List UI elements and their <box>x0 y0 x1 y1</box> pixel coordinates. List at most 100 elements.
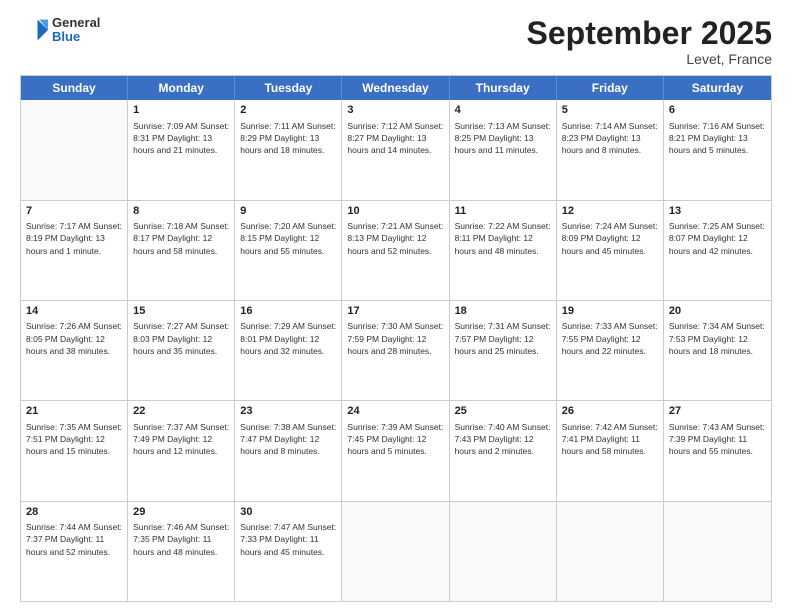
cell-text: Sunrise: 7:47 AM Sunset: 7:33 PM Dayligh… <box>240 521 336 558</box>
day-header: Thursday <box>450 76 557 100</box>
cell-text: Sunrise: 7:46 AM Sunset: 7:35 PM Dayligh… <box>133 521 229 558</box>
calendar-cell: 18Sunrise: 7:31 AM Sunset: 7:57 PM Dayli… <box>450 301 557 400</box>
cell-text: Sunrise: 7:35 AM Sunset: 7:51 PM Dayligh… <box>26 421 122 458</box>
day-number: 19 <box>562 304 658 319</box>
calendar-cell: 30Sunrise: 7:47 AM Sunset: 7:33 PM Dayli… <box>235 502 342 601</box>
cell-text: Sunrise: 7:30 AM Sunset: 7:59 PM Dayligh… <box>347 320 443 357</box>
day-number: 8 <box>133 204 229 219</box>
cell-text: Sunrise: 7:17 AM Sunset: 8:19 PM Dayligh… <box>26 220 122 257</box>
calendar-cell: 16Sunrise: 7:29 AM Sunset: 8:01 PM Dayli… <box>235 301 342 400</box>
cell-text: Sunrise: 7:34 AM Sunset: 7:53 PM Dayligh… <box>669 320 766 357</box>
cell-text: Sunrise: 7:43 AM Sunset: 7:39 PM Dayligh… <box>669 421 766 458</box>
calendar-cell: 14Sunrise: 7:26 AM Sunset: 8:05 PM Dayli… <box>21 301 128 400</box>
calendar-row: 14Sunrise: 7:26 AM Sunset: 8:05 PM Dayli… <box>21 301 771 401</box>
calendar-cell <box>450 502 557 601</box>
day-number: 3 <box>347 103 443 118</box>
day-number: 16 <box>240 304 336 319</box>
day-header: Friday <box>557 76 664 100</box>
calendar-cell: 4 Sunrise: 7:13 AM Sunset: 8:25 PM Daylig… <box>450 100 557 199</box>
calendar-cell <box>21 100 128 199</box>
cell-text: Sunrise: 7:14 AM Sunset: 8:23 PM Dayligh… <box>562 120 658 157</box>
calendar-cell: 7Sunrise: 7:17 AM Sunset: 8:19 PM Daylig… <box>21 201 128 300</box>
calendar-cell: 19Sunrise: 7:33 AM Sunset: 7:55 PM Dayli… <box>557 301 664 400</box>
calendar-cell: 29Sunrise: 7:46 AM Sunset: 7:35 PM Dayli… <box>128 502 235 601</box>
calendar-cell <box>664 502 771 601</box>
day-number: 28 <box>26 505 122 520</box>
day-number: 29 <box>133 505 229 520</box>
calendar-cell: 28Sunrise: 7:44 AM Sunset: 7:37 PM Dayli… <box>21 502 128 601</box>
calendar-cell: 27 Sunrise: 7:43 AM Sunset: 7:39 PM Dayli… <box>664 401 771 500</box>
day-header: Wednesday <box>342 76 449 100</box>
cell-text: Sunrise: 7:27 AM Sunset: 8:03 PM Dayligh… <box>133 320 229 357</box>
cell-text: Sunrise: 7:20 AM Sunset: 8:15 PM Dayligh… <box>240 220 336 257</box>
calendar-cell: 1 Sunrise: 7:09 AM Sunset: 8:31 PM Daylig… <box>128 100 235 199</box>
cell-text: Sunrise: 7:12 AM Sunset: 8:27 PM Dayligh… <box>347 120 443 157</box>
logo-blue: Blue <box>52 30 100 44</box>
calendar-cell: 23 Sunrise: 7:38 AM Sunset: 7:47 PM Dayli… <box>235 401 342 500</box>
day-header: Monday <box>128 76 235 100</box>
day-number: 24 <box>347 404 443 419</box>
calendar-cell: 3 Sunrise: 7:12 AM Sunset: 8:27 PM Daylig… <box>342 100 449 199</box>
page: General Blue September 2025 Levet, Franc… <box>0 0 792 612</box>
calendar-cell: 11Sunrise: 7:22 AM Sunset: 8:11 PM Dayli… <box>450 201 557 300</box>
day-number: 26 <box>562 404 658 419</box>
cell-text: Sunrise: 7:24 AM Sunset: 8:09 PM Dayligh… <box>562 220 658 257</box>
day-number: 6 <box>669 103 766 118</box>
cell-text: Sunrise: 7:18 AM Sunset: 8:17 PM Dayligh… <box>133 220 229 257</box>
logo-text: General Blue <box>52 16 100 45</box>
calendar-row: 28Sunrise: 7:44 AM Sunset: 7:37 PM Dayli… <box>21 502 771 601</box>
day-number: 12 <box>562 204 658 219</box>
calendar-cell: 12Sunrise: 7:24 AM Sunset: 8:09 PM Dayli… <box>557 201 664 300</box>
day-number: 30 <box>240 505 336 520</box>
cell-text: Sunrise: 7:33 AM Sunset: 7:55 PM Dayligh… <box>562 320 658 357</box>
logo-icon <box>20 16 48 44</box>
cell-text: Sunrise: 7:38 AM Sunset: 7:47 PM Dayligh… <box>240 421 336 458</box>
cell-text: Sunrise: 7:39 AM Sunset: 7:45 PM Dayligh… <box>347 421 443 458</box>
day-number: 4 <box>455 103 551 118</box>
logo-general: General <box>52 16 100 30</box>
calendar-cell: 20Sunrise: 7:34 AM Sunset: 7:53 PM Dayli… <box>664 301 771 400</box>
day-number: 11 <box>455 204 551 219</box>
cell-text: Sunrise: 7:37 AM Sunset: 7:49 PM Dayligh… <box>133 421 229 458</box>
cell-text: Sunrise: 7:09 AM Sunset: 8:31 PM Dayligh… <box>133 120 229 157</box>
calendar-row: 21Sunrise: 7:35 AM Sunset: 7:51 PM Dayli… <box>21 401 771 501</box>
day-header: Tuesday <box>235 76 342 100</box>
calendar-cell: 13Sunrise: 7:25 AM Sunset: 8:07 PM Dayli… <box>664 201 771 300</box>
calendar-cell: 24 Sunrise: 7:39 AM Sunset: 7:45 PM Dayli… <box>342 401 449 500</box>
calendar-row: 1 Sunrise: 7:09 AM Sunset: 8:31 PM Daylig… <box>21 100 771 200</box>
calendar-cell <box>342 502 449 601</box>
day-number: 18 <box>455 304 551 319</box>
day-number: 5 <box>562 103 658 118</box>
cell-text: Sunrise: 7:13 AM Sunset: 8:25 PM Dayligh… <box>455 120 551 157</box>
calendar-cell: 15Sunrise: 7:27 AM Sunset: 8:03 PM Dayli… <box>128 301 235 400</box>
subtitle: Levet, France <box>527 51 772 67</box>
calendar-header: SundayMondayTuesdayWednesdayThursdayFrid… <box>21 76 771 100</box>
calendar-cell: 25 Sunrise: 7:40 AM Sunset: 7:43 PM Dayli… <box>450 401 557 500</box>
calendar-cell: 5 Sunrise: 7:14 AM Sunset: 8:23 PM Daylig… <box>557 100 664 199</box>
day-number: 25 <box>455 404 551 419</box>
day-number: 27 <box>669 404 766 419</box>
day-number: 2 <box>240 103 336 118</box>
header: General Blue September 2025 Levet, Franc… <box>20 16 772 67</box>
calendar-cell: 10Sunrise: 7:21 AM Sunset: 8:13 PM Dayli… <box>342 201 449 300</box>
cell-text: Sunrise: 7:40 AM Sunset: 7:43 PM Dayligh… <box>455 421 551 458</box>
logo: General Blue <box>20 16 100 45</box>
calendar-cell <box>557 502 664 601</box>
calendar: SundayMondayTuesdayWednesdayThursdayFrid… <box>20 75 772 602</box>
day-header: Saturday <box>664 76 771 100</box>
calendar-body: 1 Sunrise: 7:09 AM Sunset: 8:31 PM Daylig… <box>21 100 771 601</box>
calendar-cell: 22Sunrise: 7:37 AM Sunset: 7:49 PM Dayli… <box>128 401 235 500</box>
calendar-cell: 8Sunrise: 7:18 AM Sunset: 8:17 PM Daylig… <box>128 201 235 300</box>
day-number: 20 <box>669 304 766 319</box>
day-number: 23 <box>240 404 336 419</box>
cell-text: Sunrise: 7:11 AM Sunset: 8:29 PM Dayligh… <box>240 120 336 157</box>
day-number: 17 <box>347 304 443 319</box>
day-number: 1 <box>133 103 229 118</box>
cell-text: Sunrise: 7:29 AM Sunset: 8:01 PM Dayligh… <box>240 320 336 357</box>
cell-text: Sunrise: 7:26 AM Sunset: 8:05 PM Dayligh… <box>26 320 122 357</box>
day-number: 14 <box>26 304 122 319</box>
page-title: September 2025 <box>527 16 772 51</box>
cell-text: Sunrise: 7:21 AM Sunset: 8:13 PM Dayligh… <box>347 220 443 257</box>
cell-text: Sunrise: 7:25 AM Sunset: 8:07 PM Dayligh… <box>669 220 766 257</box>
day-number: 13 <box>669 204 766 219</box>
